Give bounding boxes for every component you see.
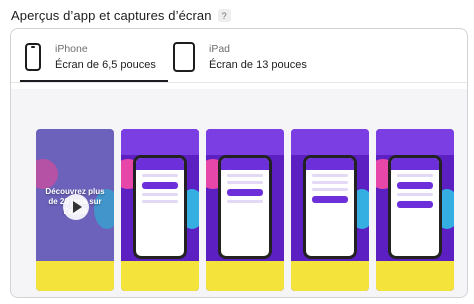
tab-iphone-label: iPhone	[55, 43, 88, 55]
question-mark-icon[interactable]: ?	[217, 9, 231, 22]
device-tabs: iPhone Écran de 6,5 pouces iPad Écran de…	[11, 29, 467, 85]
phone-mockup	[303, 155, 357, 259]
screenshots-strip: Découvrez plus de 20 jeux sur l’appli	[11, 89, 467, 297]
screenshot-4[interactable]	[376, 129, 454, 291]
tab-ipad-label: iPad	[209, 43, 231, 55]
tab-ipad-size: Écran de 13 pouces	[209, 59, 307, 71]
screenshot-1[interactable]	[121, 129, 199, 291]
phone-mockup	[133, 155, 187, 259]
footer-strip	[291, 261, 369, 291]
section-title: Aperçus d’app et captures d’écran	[11, 8, 212, 23]
footer-strip	[121, 261, 199, 291]
app-topbar	[391, 158, 439, 170]
screenshot-video[interactable]: Découvrez plus de 20 jeux sur l’appli	[36, 129, 114, 291]
tab-iphone[interactable]: iPhone Écran de 6,5 pouces	[25, 35, 171, 79]
screenshot-2[interactable]	[206, 129, 284, 291]
footer-strip	[376, 261, 454, 291]
tab-ipad[interactable]: iPad Écran de 13 pouces	[173, 35, 333, 79]
screenshot-3[interactable]	[291, 129, 369, 291]
ipad-icon	[173, 42, 195, 72]
tab-iphone-size: Écran de 6,5 pouces	[55, 59, 156, 71]
app-topbar	[221, 158, 269, 170]
app-topbar	[306, 158, 354, 170]
phone-mockup	[388, 155, 442, 259]
footer-strip	[206, 261, 284, 291]
phone-mockup	[218, 155, 272, 259]
screenshot-banner	[121, 129, 199, 155]
section-header: Aperçus d’app et captures d’écran ?	[11, 8, 231, 23]
app-topbar	[136, 158, 184, 170]
screenshot-banner	[291, 129, 369, 155]
screenshot-banner	[206, 129, 284, 155]
screenshots-card: iPhone Écran de 6,5 pouces iPad Écran de…	[10, 28, 468, 298]
play-icon[interactable]	[63, 194, 89, 220]
screenshot-banner	[376, 129, 454, 155]
iphone-icon	[25, 43, 41, 71]
tabs-divider	[11, 82, 467, 83]
footer-strip	[36, 261, 114, 291]
